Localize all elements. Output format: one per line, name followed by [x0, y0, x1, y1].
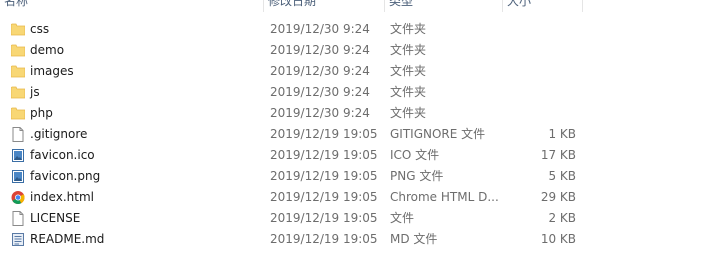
- file-row-favicon-ico[interactable]: favicon.ico 2019/12/19 19:05 ICO 文件 17 K…: [0, 145, 705, 166]
- file-date: 2019/12/19 19:05: [270, 127, 378, 141]
- file-size: 29 KB: [540, 190, 576, 204]
- file-row-js[interactable]: js 2019/12/30 9:24 文件夹: [0, 82, 705, 103]
- file-row-index-html[interactable]: index.html 2019/12/19 19:05 Chrome HTML …: [0, 187, 705, 208]
- file-row-license[interactable]: LICENSE 2019/12/19 19:05 文件 2 KB: [0, 208, 705, 229]
- file-type: 文件夹: [390, 85, 427, 99]
- file-date: 2019/12/30 9:24: [270, 22, 370, 36]
- file-type: GITIGNORE 文件: [390, 127, 486, 141]
- folder-icon: [11, 85, 25, 100]
- file-row-readme[interactable]: README.md 2019/12/19 19:05 MD 文件 10 KB: [0, 229, 705, 250]
- file-date: 2019/12/30 9:24: [270, 43, 370, 57]
- image-file-icon: [11, 169, 25, 184]
- file-type: Chrome HTML D...: [390, 190, 499, 204]
- file-row-css[interactable]: css 2019/12/30 9:24 文件夹: [0, 19, 705, 40]
- file-name: css: [30, 22, 50, 36]
- file-type: MD 文件: [390, 232, 438, 246]
- file-date: 2019/12/30 9:24: [270, 64, 370, 78]
- file-date: 2019/12/19 19:05: [270, 169, 378, 183]
- chrome-icon: [11, 190, 25, 205]
- blank-file-icon: [11, 127, 25, 142]
- file-date: 2019/12/30 9:24: [270, 106, 370, 120]
- markdown-file-icon: [11, 232, 25, 247]
- image-file-icon: [11, 148, 25, 163]
- column-header-type[interactable]: 类型: [385, 0, 503, 12]
- file-size: 2 KB: [548, 211, 576, 225]
- file-size: 1 KB: [548, 127, 576, 141]
- file-name: js: [30, 85, 40, 99]
- file-name: favicon.png: [30, 169, 101, 183]
- column-header-row: 名称 修改日期 类型 大小: [0, 0, 705, 12]
- file-type: 文件夹: [390, 22, 427, 36]
- file-size: 17 KB: [540, 148, 576, 162]
- folder-icon: [11, 22, 25, 37]
- file-type: 文件夹: [390, 43, 427, 57]
- file-date: 2019/12/30 9:24: [270, 85, 370, 99]
- file-name: index.html: [30, 190, 94, 204]
- file-name: php: [30, 106, 53, 120]
- file-type: 文件夹: [390, 64, 427, 78]
- file-name: .gitignore: [30, 127, 88, 141]
- column-header-size[interactable]: 大小: [503, 0, 583, 12]
- file-type: PNG 文件: [390, 169, 444, 183]
- file-name: images: [30, 64, 74, 78]
- file-type: 文件: [390, 211, 415, 225]
- folder-icon: [11, 64, 25, 79]
- file-row-favicon-png[interactable]: favicon.png 2019/12/19 19:05 PNG 文件 5 KB: [0, 166, 705, 187]
- file-row-gitignore[interactable]: .gitignore 2019/12/19 19:05 GITIGNORE 文件…: [0, 124, 705, 145]
- file-row-images[interactable]: images 2019/12/30 9:24 文件夹: [0, 61, 705, 82]
- file-name: demo: [30, 43, 65, 57]
- file-type: ICO 文件: [390, 148, 440, 162]
- folder-icon: [11, 106, 25, 121]
- file-date: 2019/12/19 19:05: [270, 232, 378, 246]
- blank-file-icon: [11, 211, 25, 226]
- file-name: favicon.ico: [30, 148, 95, 162]
- folder-icon: [11, 43, 25, 58]
- file-row-php[interactable]: php 2019/12/30 9:24 文件夹: [0, 103, 705, 124]
- file-list: css 2019/12/30 9:24 文件夹 demo 2019/12/30 …: [0, 19, 705, 250]
- file-name: LICENSE: [30, 211, 81, 225]
- column-header-date-modified[interactable]: 修改日期: [264, 0, 385, 12]
- file-size: 5 KB: [548, 169, 576, 183]
- file-date: 2019/12/19 19:05: [270, 148, 378, 162]
- file-date: 2019/12/19 19:05: [270, 211, 378, 225]
- file-type: 文件夹: [390, 106, 427, 120]
- file-row-demo[interactable]: demo 2019/12/30 9:24 文件夹: [0, 40, 705, 61]
- file-name: README.md: [30, 232, 105, 246]
- file-size: 10 KB: [540, 232, 576, 246]
- file-date: 2019/12/19 19:05: [270, 190, 378, 204]
- column-header-name[interactable]: 名称: [0, 0, 264, 12]
- file-explorer-window: 名称 修改日期 类型 大小 css 2019/12/30 9:24 文件夹 de…: [0, 0, 705, 279]
